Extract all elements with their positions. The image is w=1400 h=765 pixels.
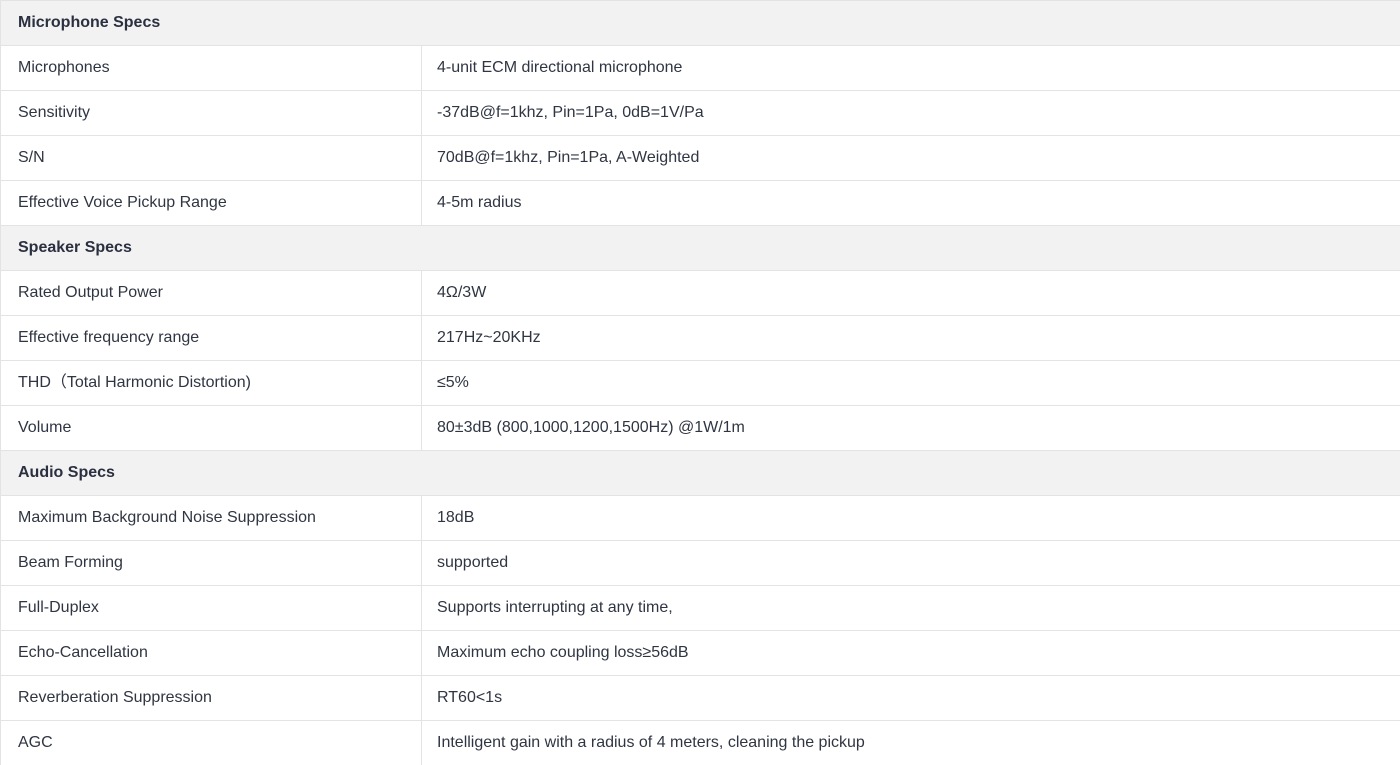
spec-label: THD（Total Harmonic Distortion) bbox=[1, 361, 422, 406]
spec-label: Maximum Background Noise Suppression bbox=[1, 496, 422, 541]
spec-label: Sensitivity bbox=[1, 91, 422, 136]
spec-value: 4Ω/3W bbox=[422, 271, 1400, 316]
spec-value: 4-unit ECM directional microphone bbox=[422, 46, 1400, 91]
table-row: Reverberation Suppression RT60<1s bbox=[1, 676, 1400, 721]
spec-value: 4-5m radius bbox=[422, 181, 1400, 226]
spec-value: 70dB@f=1khz, Pin=1Pa, A-Weighted bbox=[422, 136, 1400, 181]
spec-value: 217Hz~20KHz bbox=[422, 316, 1400, 361]
table-row: Volume 80±3dB (800,1000,1200,1500Hz) @1W… bbox=[1, 406, 1400, 451]
table-row: Effective Voice Pickup Range 4-5m radius bbox=[1, 181, 1400, 226]
table-row: Microphones 4-unit ECM directional micro… bbox=[1, 46, 1400, 91]
section-header-row: Microphone Specs bbox=[1, 1, 1400, 46]
section-title: Audio Specs bbox=[1, 451, 1400, 496]
table-row: Beam Forming supported bbox=[1, 541, 1400, 586]
spec-value: Intelligent gain with a radius of 4 mete… bbox=[422, 721, 1400, 765]
spec-value: Maximum echo coupling loss≥56dB bbox=[422, 631, 1400, 676]
specs-table-body: Microphone Specs Microphones 4-unit ECM … bbox=[1, 1, 1400, 765]
spec-label: AGC bbox=[1, 721, 422, 765]
table-row: Echo-Cancellation Maximum echo coupling … bbox=[1, 631, 1400, 676]
specs-table: Microphone Specs Microphones 4-unit ECM … bbox=[0, 0, 1400, 765]
spec-label: Effective frequency range bbox=[1, 316, 422, 361]
spec-label: Beam Forming bbox=[1, 541, 422, 586]
table-row: Full-Duplex Supports interrupting at any… bbox=[1, 586, 1400, 631]
spec-value: ≤5% bbox=[422, 361, 1400, 406]
table-row: S/N 70dB@f=1khz, Pin=1Pa, A-Weighted bbox=[1, 136, 1400, 181]
section-title: Speaker Specs bbox=[1, 226, 1400, 271]
section-header-row: Audio Specs bbox=[1, 451, 1400, 496]
spec-label: Reverberation Suppression bbox=[1, 676, 422, 721]
table-row: Maximum Background Noise Suppression 18d… bbox=[1, 496, 1400, 541]
table-row: Sensitivity -37dB@f=1khz, Pin=1Pa, 0dB=1… bbox=[1, 91, 1400, 136]
spec-label: Microphones bbox=[1, 46, 422, 91]
section-title: Microphone Specs bbox=[1, 1, 1400, 46]
spec-value: -37dB@f=1khz, Pin=1Pa, 0dB=1V/Pa bbox=[422, 91, 1400, 136]
table-row: Rated Output Power 4Ω/3W bbox=[1, 271, 1400, 316]
spec-label: Volume bbox=[1, 406, 422, 451]
section-header-row: Speaker Specs bbox=[1, 226, 1400, 271]
spec-value: 80±3dB (800,1000,1200,1500Hz) @1W/1m bbox=[422, 406, 1400, 451]
spec-value: RT60<1s bbox=[422, 676, 1400, 721]
spec-label: Echo-Cancellation bbox=[1, 631, 422, 676]
spec-label: Full-Duplex bbox=[1, 586, 422, 631]
spec-label: Effective Voice Pickup Range bbox=[1, 181, 422, 226]
spec-value: 18dB bbox=[422, 496, 1400, 541]
spec-label: S/N bbox=[1, 136, 422, 181]
spec-label: Rated Output Power bbox=[1, 271, 422, 316]
table-row: THD（Total Harmonic Distortion) ≤5% bbox=[1, 361, 1400, 406]
spec-value: Supports interrupting at any time, bbox=[422, 586, 1400, 631]
spec-value: supported bbox=[422, 541, 1400, 586]
table-row: AGC Intelligent gain with a radius of 4 … bbox=[1, 721, 1400, 765]
table-row: Effective frequency range 217Hz~20KHz bbox=[1, 316, 1400, 361]
